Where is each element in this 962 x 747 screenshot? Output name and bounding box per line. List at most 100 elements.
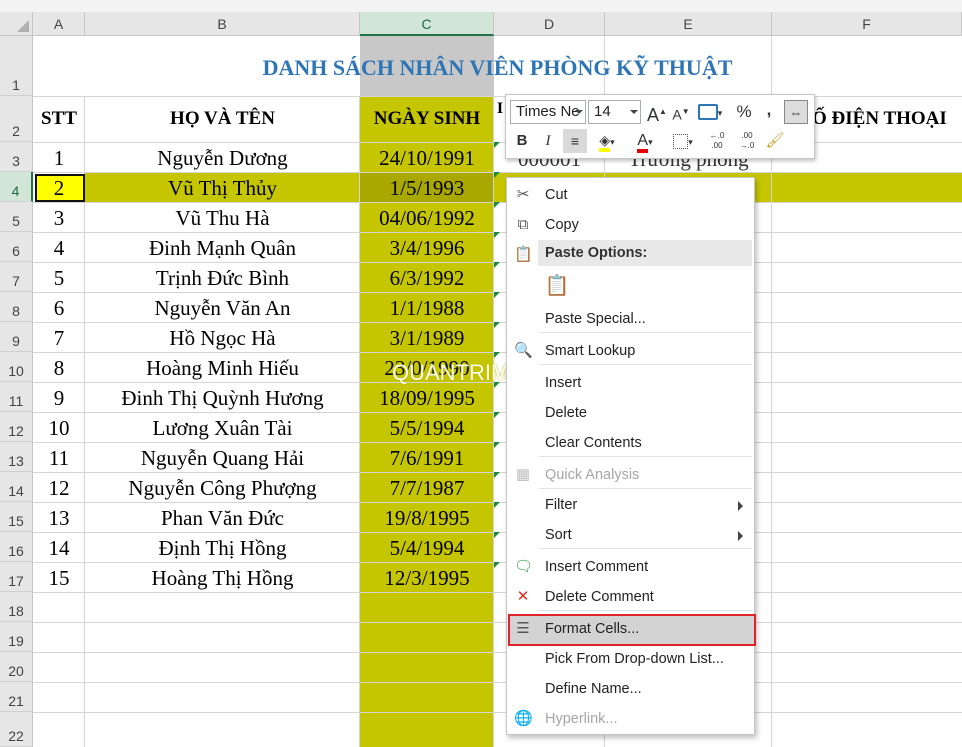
cell-stt[interactable]: 9 [33, 386, 85, 411]
column-header-c[interactable]: C [360, 12, 494, 36]
header-dob[interactable]: NGÀY SINH [360, 108, 494, 130]
cell-stt[interactable]: 14 [33, 536, 85, 561]
decrease-decimal-button[interactable]: .00 →.0 [734, 131, 760, 155]
error-indicator-icon[interactable] [494, 322, 500, 328]
header-phone[interactable]: Ố ĐIỆN THOẠI [812, 108, 962, 130]
sheet-title[interactable]: DANH SÁCH NHÂN VIÊN PHÒNG KỸ THUẬT [33, 36, 962, 96]
error-indicator-icon[interactable] [494, 472, 500, 478]
row-header-14[interactable]: 14 [0, 472, 33, 502]
column-header-f[interactable]: F [772, 12, 962, 36]
menu-item-sort[interactable]: Sort [508, 520, 753, 550]
row-header-18[interactable]: 18 [0, 592, 33, 622]
row-header-13[interactable]: 13 [0, 442, 33, 472]
column-header-e[interactable]: E [605, 12, 772, 36]
cell-stt[interactable]: 13 [33, 506, 85, 531]
chevron-down-icon[interactable] [630, 110, 638, 114]
error-indicator-icon[interactable] [494, 352, 500, 358]
row-header-7[interactable]: 7 [0, 262, 33, 292]
increase-decimal-button[interactable]: ←.0 .00 [704, 131, 730, 155]
cell-name[interactable]: Đinh Thị Quỳnh Hương [85, 386, 360, 411]
cell-name[interactable]: Nguyễn Dương [85, 146, 360, 171]
column-header-d[interactable]: D [494, 12, 605, 36]
cell-dob[interactable]: 3/1/1989 [360, 326, 494, 351]
cell-stt[interactable]: 2 [33, 176, 85, 201]
cell-stt[interactable]: 12 [33, 476, 85, 501]
error-indicator-icon[interactable] [494, 412, 500, 418]
cell-dob[interactable]: 7/7/1987 [360, 476, 494, 501]
wrap-text-button[interactable]: ⇔ [784, 100, 808, 124]
cell-name[interactable]: Vũ Thu Hà [85, 206, 360, 231]
row-header-19[interactable]: 19 [0, 622, 33, 652]
menu-item-quick-analysis[interactable]: ▦ Quick Analysis [508, 460, 753, 490]
cell-dob[interactable]: 19/8/1995 [360, 506, 494, 531]
row-header-2[interactable]: 2 [0, 96, 33, 142]
cell-name[interactable]: Nguyễn Công Phượng [85, 476, 360, 501]
row-header-9[interactable]: 9 [0, 322, 33, 352]
cell-dob[interactable]: 18/09/1995 [360, 386, 494, 411]
menu-item-delete-comment[interactable]: ✕ Delete Comment [508, 582, 753, 612]
error-indicator-icon[interactable] [494, 532, 500, 538]
cell-dob[interactable]: 1/1/1988 [360, 296, 494, 321]
cell-name[interactable]: Lương Xuân Tài [85, 416, 360, 441]
row-header-1[interactable]: 1 [0, 36, 33, 96]
header-stt[interactable]: STT [33, 108, 85, 130]
cell-dob[interactable]: 04/06/1992 [360, 206, 494, 231]
error-indicator-icon[interactable] [494, 142, 500, 148]
menu-item-delete[interactable]: Delete [508, 398, 753, 428]
menu-item-filter[interactable]: Filter [508, 490, 753, 520]
cell-stt[interactable]: 15 [33, 566, 85, 591]
cell-name[interactable]: Trịnh Đức Bình [85, 266, 360, 291]
menu-item-cut[interactable]: ✂ Cut [508, 180, 753, 210]
error-indicator-icon[interactable] [494, 442, 500, 448]
font-size-box[interactable]: 14 [588, 100, 641, 124]
error-indicator-icon[interactable] [494, 232, 500, 238]
center-align-button[interactable]: ≡ [563, 129, 587, 153]
menu-item-format-cells[interactable]: ☰ Format Cells... [508, 614, 753, 644]
cell-stt[interactable]: 5 [33, 266, 85, 291]
select-all-corner[interactable] [0, 12, 33, 36]
cell-dob[interactable]: 12/3/1995 [360, 566, 494, 591]
menu-item-insert-comment[interactable]: 🗨 Insert Comment [508, 552, 753, 582]
cell-stt[interactable]: 10 [33, 416, 85, 441]
row-header-12[interactable]: 12 [0, 412, 33, 442]
cell-stt[interactable]: 4 [33, 236, 85, 261]
row-header-16[interactable]: 16 [0, 532, 33, 562]
shrink-font-button[interactable]: A▼ [671, 100, 691, 124]
cell-name[interactable]: Định Thị Hồng [85, 536, 360, 561]
cell-dob[interactable]: 1/5/1993 [360, 176, 494, 201]
cell-dob[interactable]: 6/3/1992 [360, 266, 494, 291]
row-header-20[interactable]: 20 [0, 652, 33, 682]
row-header-17[interactable]: 17 [0, 562, 33, 592]
font-name-box[interactable]: Times Ne [510, 100, 586, 124]
accounting-format-button[interactable]: ▾ [695, 100, 725, 124]
column-header-a[interactable]: A [33, 12, 85, 36]
percent-style-button[interactable]: % [734, 100, 754, 124]
cell-stt[interactable]: 7 [33, 326, 85, 351]
error-indicator-icon[interactable] [494, 172, 500, 178]
cell-name[interactable]: Vũ Thị Thủy [85, 176, 360, 201]
row-header-8[interactable]: 8 [0, 292, 33, 322]
row-header-15[interactable]: 15 [0, 502, 33, 532]
fill-color-button[interactable]: ◈▾ [592, 129, 622, 153]
chevron-down-icon[interactable] [575, 110, 583, 114]
italic-button[interactable]: I [538, 129, 558, 153]
cell-stt[interactable]: 8 [33, 356, 85, 381]
row-header-22[interactable]: 22 [0, 712, 33, 747]
menu-item-hyperlink[interactable]: 🌐 Hyperlink... [508, 704, 753, 734]
cell-dob[interactable]: 5/4/1994 [360, 536, 494, 561]
cell-dob[interactable]: 5/5/1994 [360, 416, 494, 441]
menu-item-paste-special[interactable]: Paste Special... [508, 304, 753, 334]
row-header-21[interactable]: 21 [0, 682, 33, 712]
row-header-10[interactable]: 10 [0, 352, 33, 382]
grow-font-button[interactable]: A▲ [647, 100, 667, 125]
error-indicator-icon[interactable] [494, 502, 500, 508]
comma-style-button[interactable]: , [762, 98, 776, 122]
row-header-11[interactable]: 11 [0, 382, 33, 412]
format-painter-button[interactable]: 🖌 [764, 129, 786, 153]
cell-name[interactable]: Nguyễn Quang Hải [85, 446, 360, 471]
row-header-3[interactable]: 3 [0, 142, 33, 172]
cell-name[interactable]: Hoàng Minh Hiếu [85, 356, 360, 381]
row-header-6[interactable]: 6 [0, 232, 33, 262]
cell-dob[interactable]: 24/10/1991 [360, 146, 494, 171]
cell-dob[interactable]: 3/4/1996 [360, 236, 494, 261]
